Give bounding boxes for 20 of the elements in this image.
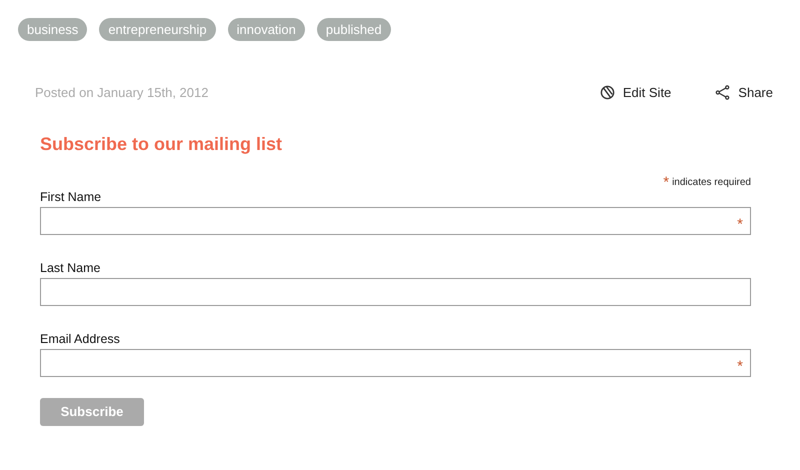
edit-site-button[interactable]: Edit Site [600,85,672,100]
input-field[interactable]: * [40,207,751,235]
tag[interactable]: published [316,18,391,41]
share-button[interactable]: Share [715,85,773,100]
required-asterisk: * [737,361,743,373]
input-field[interactable] [40,278,751,306]
form-title: Subscribe to our mailing list [40,134,284,155]
required-asterisk: * [737,219,743,231]
subscribe-button[interactable]: Subscribe [40,398,144,426]
required-note: indicates required [672,177,751,188]
field-label: Email Address [40,332,121,346]
share-icon [715,85,730,100]
required-asterisk: * [663,177,670,189]
post-date: Posted on January 15th, 2012 [35,85,210,100]
field-label: Last Name [40,261,102,275]
tag[interactable]: entrepreneurship [99,18,216,41]
tag[interactable]: innovation [228,18,305,41]
tag[interactable]: business [18,18,88,41]
input-field[interactable]: * [40,349,751,377]
field-label: First Name [40,190,102,204]
